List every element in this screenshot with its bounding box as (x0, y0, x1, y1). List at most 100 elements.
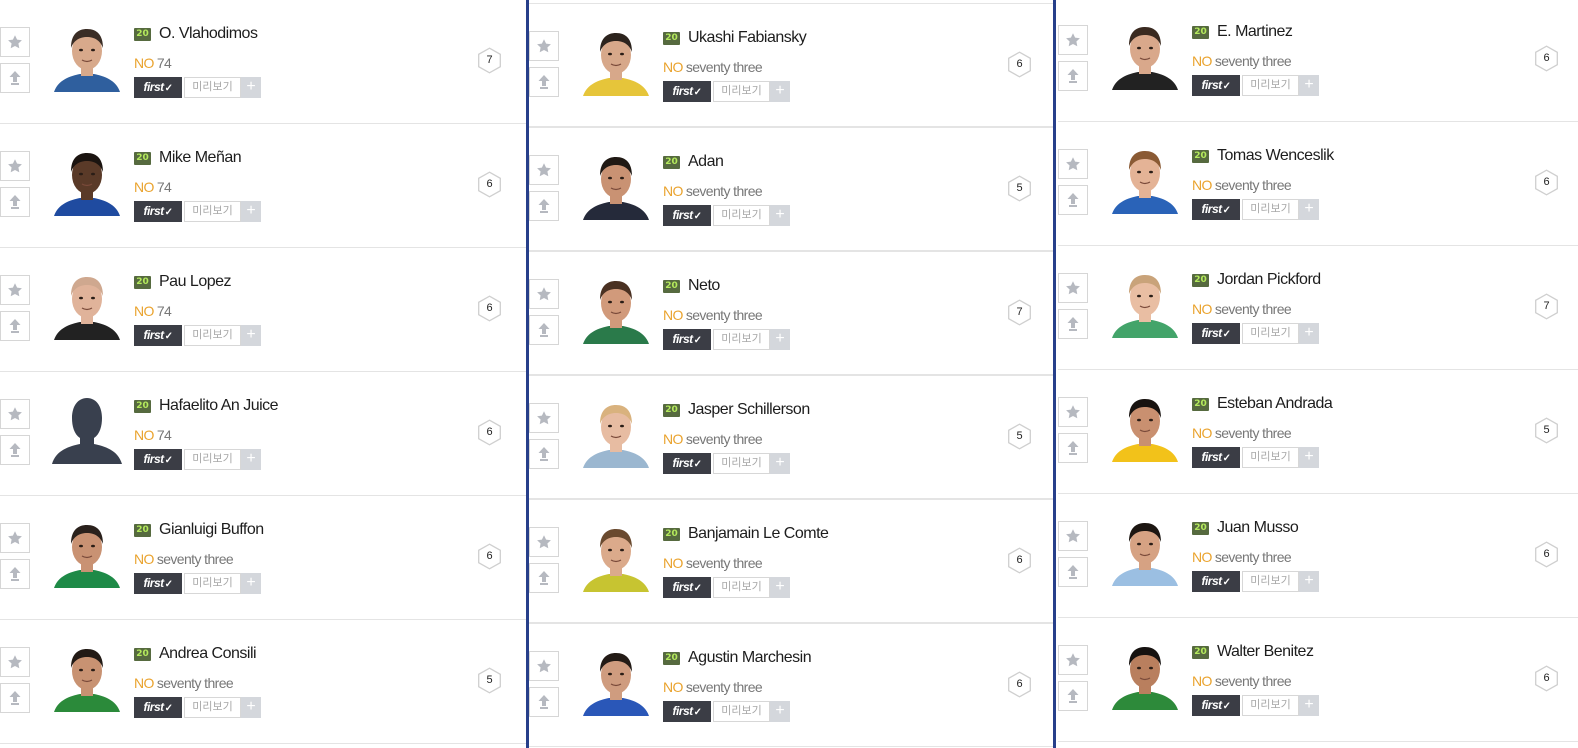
player-name[interactable]: Walter Benitez (1217, 643, 1314, 661)
upgrade-button[interactable] (0, 683, 30, 713)
player-photo[interactable] (50, 266, 124, 340)
player-name[interactable]: Neto (688, 277, 720, 295)
favorite-button[interactable] (529, 31, 559, 61)
player-photo[interactable] (1108, 140, 1182, 214)
preview-button[interactable]: 미리보기 (1242, 695, 1299, 716)
preview-button[interactable]: 미리보기 (713, 453, 770, 474)
player-row[interactable]: 20 Esteban Andrada NO seventy three first✓ 미리… (1058, 370, 1578, 494)
player-photo[interactable] (1108, 16, 1182, 90)
player-photo[interactable] (579, 394, 653, 468)
upgrade-button[interactable] (0, 187, 30, 217)
player-name[interactable]: O. Vlahodimos (159, 25, 258, 43)
preview-button[interactable]: 미리보기 (713, 81, 770, 102)
favorite-button[interactable] (0, 151, 30, 181)
upgrade-button[interactable] (0, 559, 30, 589)
player-name[interactable]: Andrea Consili (159, 645, 257, 663)
preview-button[interactable]: 미리보기 (184, 573, 241, 594)
player-photo[interactable] (579, 642, 653, 716)
player-name[interactable]: E. Martinez (1217, 23, 1293, 41)
player-photo[interactable] (579, 270, 653, 344)
player-photo[interactable] (50, 638, 124, 712)
favorite-button[interactable] (1058, 397, 1088, 427)
player-row[interactable]: 20 Mike Meñan NO 74 first✓ 미리보기 +6 (0, 124, 526, 248)
upgrade-button[interactable] (0, 311, 30, 341)
player-row[interactable]: 20 E. Martinez NO seventy three first✓ 미리보기 +6 (1058, 0, 1578, 122)
add-button[interactable]: + (241, 573, 261, 594)
add-button[interactable]: + (770, 701, 790, 722)
player-name[interactable]: Ukashi Fabiansky (688, 29, 807, 47)
add-button[interactable]: + (770, 81, 790, 102)
preview-button[interactable]: 미리보기 (713, 205, 770, 226)
player-row[interactable]: 20 Gianluigi Buffon NO seventy three first✓ 미… (0, 496, 526, 620)
player-row[interactable]: 20 Pau Lopez NO 74 first✓ 미리보기 +6 (0, 248, 526, 372)
favorite-button[interactable] (0, 399, 30, 429)
favorite-button[interactable] (0, 275, 30, 305)
favorite-button[interactable] (1058, 149, 1088, 179)
preview-button[interactable]: 미리보기 (713, 577, 770, 598)
player-name[interactable]: Jordan Pickford (1217, 271, 1321, 289)
player-photo[interactable] (579, 22, 653, 96)
player-silhouette-image[interactable] (50, 390, 124, 464)
preview-button[interactable]: 미리보기 (184, 449, 241, 470)
player-row[interactable]: 20 Jordan Pickford NO seventy three first✓ 미리… (1058, 246, 1578, 370)
favorite-button[interactable] (0, 27, 30, 57)
player-row[interactable]: 20 O. Vlahodimos NO 74 first✓ 미리보기 +7 (0, 0, 526, 124)
preview-button[interactable]: 미리보기 (1242, 75, 1299, 96)
favorite-button[interactable] (0, 523, 30, 553)
favorite-button[interactable] (1058, 273, 1088, 303)
add-button[interactable]: + (1299, 447, 1319, 468)
favorite-button[interactable] (0, 647, 30, 677)
preview-button[interactable]: 미리보기 (713, 329, 770, 350)
add-button[interactable]: + (1299, 695, 1319, 716)
favorite-button[interactable] (1058, 25, 1088, 55)
preview-button[interactable]: 미리보기 (1242, 571, 1299, 592)
player-photo[interactable] (1108, 388, 1182, 462)
player-row[interactable]: 20 Juan Musso NO seventy three first✓ 미리보기 +6 (1058, 494, 1578, 618)
preview-button[interactable]: 미리보기 (713, 701, 770, 722)
favorite-button[interactable] (529, 279, 559, 309)
player-name[interactable]: Tomas Wenceslik (1217, 147, 1334, 165)
player-row[interactable]: 20 Agustin Marchesin NO seventy three first✓… (529, 623, 1053, 747)
favorite-button[interactable] (1058, 645, 1088, 675)
player-row[interactable]: 20 Hafaelito An Juice NO 74 first✓ 미리보기 +6 (0, 372, 526, 496)
player-photo[interactable] (50, 18, 124, 92)
add-button[interactable]: + (241, 449, 261, 470)
add-button[interactable]: + (770, 205, 790, 226)
add-button[interactable]: + (241, 77, 261, 98)
upgrade-button[interactable] (529, 191, 559, 221)
player-photo[interactable] (50, 514, 124, 588)
add-button[interactable]: + (241, 697, 261, 718)
upgrade-button[interactable] (1058, 433, 1088, 463)
add-button[interactable]: + (1299, 571, 1319, 592)
player-name[interactable]: Gianluigi Buffon (159, 521, 264, 539)
player-name[interactable]: Pau Lopez (159, 273, 232, 291)
player-row[interactable]: 20 Walter Benitez NO seventy three first✓ 미리보… (1058, 618, 1578, 742)
player-photo[interactable] (579, 146, 653, 220)
favorite-button[interactable] (529, 403, 559, 433)
favorite-button[interactable] (529, 155, 559, 185)
add-button[interactable]: + (1299, 323, 1319, 344)
add-button[interactable]: + (1299, 75, 1319, 96)
add-button[interactable]: + (1299, 199, 1319, 220)
upgrade-button[interactable] (1058, 309, 1088, 339)
upgrade-button[interactable] (529, 439, 559, 469)
player-photo[interactable] (1108, 512, 1182, 586)
player-photo[interactable] (50, 142, 124, 216)
player-name[interactable]: Hafaelito An Juice (159, 397, 279, 415)
player-row[interactable]: 20 Neto NO seventy three first✓ 미리보기 +7 (529, 251, 1053, 375)
player-name[interactable]: Mike Meñan (159, 149, 242, 167)
preview-button[interactable]: 미리보기 (184, 201, 241, 222)
upgrade-button[interactable] (1058, 557, 1088, 587)
upgrade-button[interactable] (529, 67, 559, 97)
upgrade-button[interactable] (1058, 185, 1088, 215)
upgrade-button[interactable] (529, 563, 559, 593)
player-photo[interactable] (1108, 264, 1182, 338)
upgrade-button[interactable] (0, 435, 30, 465)
upgrade-button[interactable] (529, 315, 559, 345)
add-button[interactable]: + (241, 201, 261, 222)
preview-button[interactable]: 미리보기 (184, 325, 241, 346)
upgrade-button[interactable] (1058, 61, 1088, 91)
player-name[interactable]: Jasper Schillerson (688, 401, 810, 419)
player-photo[interactable] (1108, 636, 1182, 710)
player-name[interactable]: Adan (688, 153, 724, 171)
